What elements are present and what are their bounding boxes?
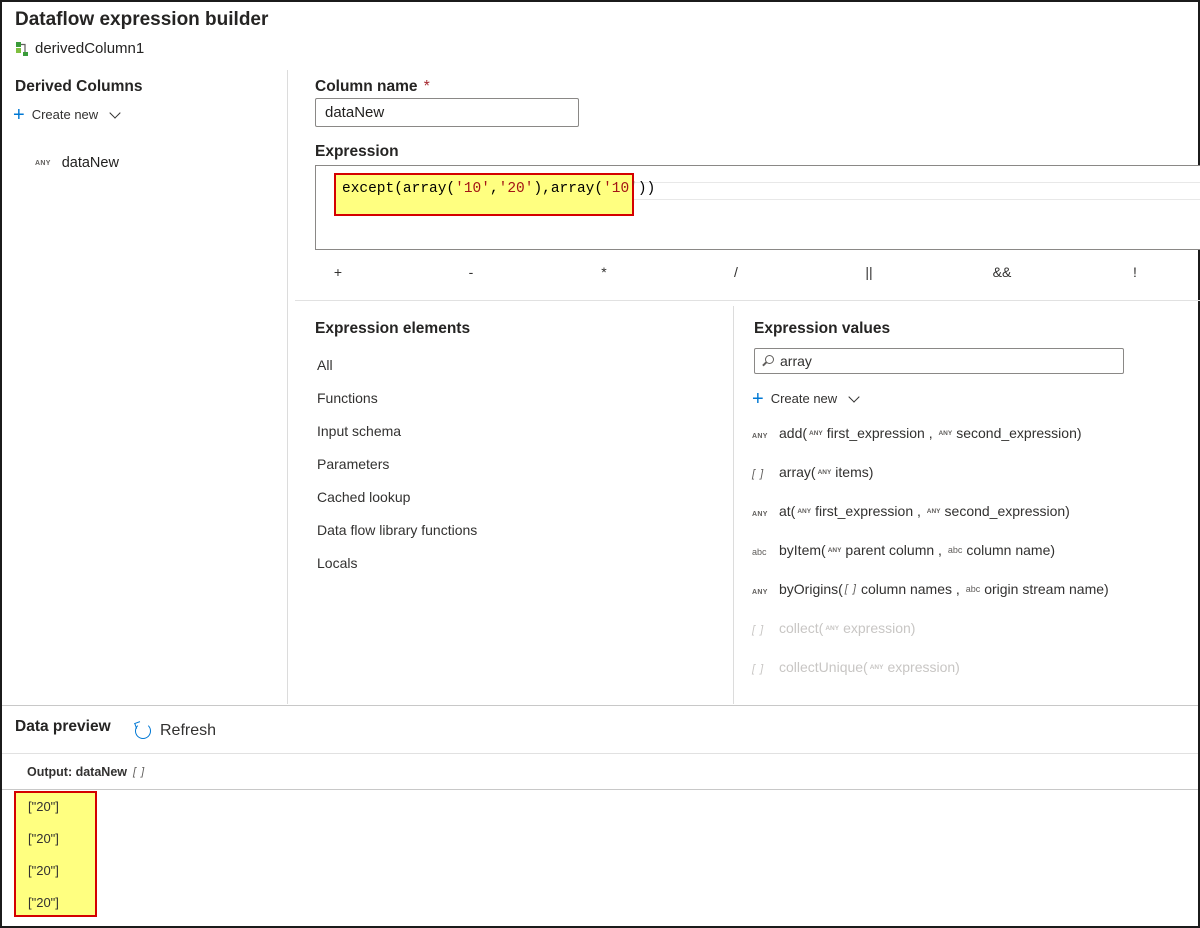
any-type-icon: ANY	[752, 589, 768, 596]
operator-not-button[interactable]: !	[1125, 264, 1145, 280]
function-collect[interactable]: [ ] collect(ANY expression)	[752, 620, 915, 636]
element-data-flow-library-functions[interactable]: Data flow library functions	[317, 522, 477, 538]
expression-text[interactable]: except(array('10','20'),array('10'))	[342, 181, 655, 197]
output-row: ["20"]	[28, 799, 59, 814]
function-add[interactable]: ANY add(ANY first_expression , ANY second_…	[752, 425, 1082, 441]
preview-header-divider	[2, 753, 1198, 754]
chevron-down-icon	[848, 390, 860, 403]
string-type-icon: abc	[752, 547, 767, 557]
operator-and-button[interactable]: &&	[992, 264, 1012, 280]
elements-values-divider	[733, 306, 734, 704]
element-cached-lookup[interactable]: Cached lookup	[317, 489, 410, 505]
create-new-label: Create new	[31, 107, 99, 122]
array-type-icon: [ ]	[752, 468, 765, 480]
chevron-down-icon	[109, 106, 121, 119]
output-row: ["20"]	[28, 895, 59, 910]
element-input-schema[interactable]: Input schema	[317, 423, 401, 439]
derived-columns-heading: Derived Columns	[15, 78, 143, 95]
expression-divider	[295, 300, 1200, 301]
element-all[interactable]: All	[317, 357, 333, 373]
derived-column-name: derivedColumn1	[35, 40, 145, 57]
preview-divider	[2, 705, 1198, 706]
operator-multiply-button[interactable]: *	[594, 264, 614, 280]
function-at[interactable]: ANY at(ANY first_expression , ANY second_e…	[752, 503, 1070, 519]
refresh-label: Refresh	[160, 722, 217, 739]
function-collectunique[interactable]: [ ] collectUnique(ANY expression)	[752, 659, 960, 675]
array-type-icon: [ ]	[752, 663, 765, 675]
operator-divide-button[interactable]: /	[726, 264, 746, 280]
plus-icon: +	[752, 387, 764, 410]
operator-or-button[interactable]: ||	[859, 264, 879, 280]
expression-values-heading: Expression values	[754, 320, 891, 337]
function-array[interactable]: [ ] array(ANY items)	[752, 464, 873, 480]
expression-elements-heading: Expression elements	[315, 320, 471, 337]
function-byorigins[interactable]: ANY byOrigins([ ] column names , abc origi…	[752, 581, 1109, 597]
output-row: ["20"]	[28, 831, 59, 846]
element-functions[interactable]: Functions	[317, 390, 378, 406]
function-byitem[interactable]: abc byItem(ANY parent column , abc column …	[752, 542, 1055, 558]
derived-column-breadcrumb: derivedColumn1	[15, 40, 144, 57]
derived-column-item-datanew[interactable]: ANY dataNew	[35, 155, 119, 171]
column-name-input[interactable]	[315, 98, 579, 127]
output-row: ["20"]	[28, 863, 59, 878]
refresh-icon	[135, 723, 151, 739]
column-name-label: Column name *	[315, 78, 430, 95]
any-type-icon: ANY	[752, 511, 768, 518]
left-panel-divider	[287, 70, 288, 704]
derived-column-icon	[16, 41, 28, 56]
array-type-icon: [ ]	[752, 624, 765, 636]
any-type-icon: ANY	[35, 159, 51, 167]
plus-icon: +	[13, 103, 25, 126]
create-new-label: Create new	[770, 391, 838, 406]
data-preview-heading: Data preview	[15, 718, 111, 735]
operator-minus-button[interactable]: -	[461, 264, 481, 280]
create-new-value-button[interactable]: + Create new	[752, 387, 860, 410]
search-icon	[762, 355, 774, 367]
element-locals[interactable]: Locals	[317, 555, 357, 571]
output-column-header: Output: dataNew [ ]	[27, 765, 146, 779]
output-header-divider	[2, 789, 1198, 790]
expression-label: Expression	[315, 143, 399, 160]
search-box[interactable]: array	[754, 348, 1124, 374]
any-type-icon: ANY	[752, 433, 768, 440]
refresh-button[interactable]: Refresh	[135, 722, 216, 740]
array-type-icon: [ ]	[133, 766, 146, 778]
derived-column-item-label: dataNew	[61, 155, 119, 171]
search-input-value[interactable]: array	[780, 353, 812, 369]
dialog-title: Dataflow expression builder	[15, 9, 269, 30]
operator-plus-button[interactable]: +	[328, 264, 348, 280]
required-mark: *	[423, 78, 430, 95]
element-parameters[interactable]: Parameters	[317, 456, 389, 472]
create-new-column-button[interactable]: + Create new	[13, 103, 121, 126]
